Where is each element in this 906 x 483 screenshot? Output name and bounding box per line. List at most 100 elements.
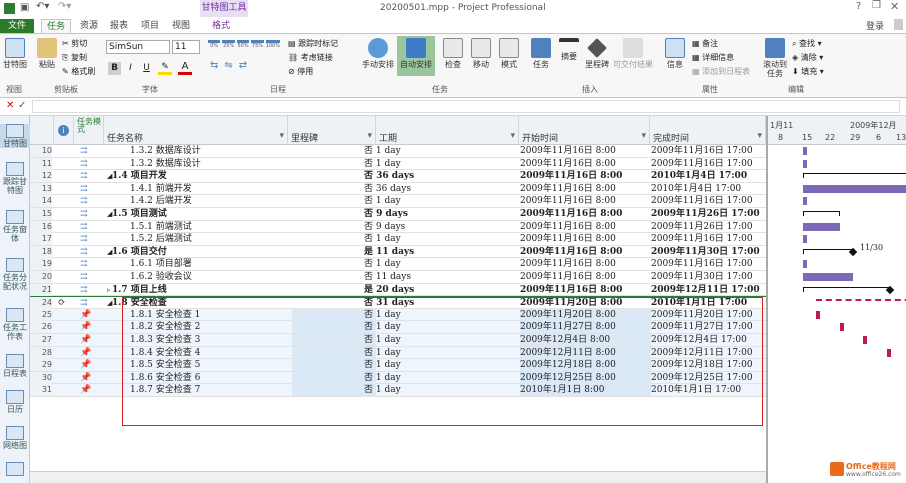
summary-bar[interactable]	[816, 299, 906, 304]
tab-resource[interactable]: 资源	[75, 19, 103, 33]
unlink-icon[interactable]: ⇋	[224, 60, 232, 74]
header-duration[interactable]: 工期 ▾	[376, 116, 519, 145]
task-name[interactable]: 1.6 项目交付	[112, 246, 288, 258]
manual-task-bar[interactable]	[863, 336, 868, 344]
summary-button[interactable]: 摘要	[556, 38, 582, 61]
bold-button[interactable]: B	[108, 62, 121, 75]
horizontal-scrollbar[interactable]	[30, 471, 766, 483]
task-name[interactable]: 1.6.2 验收会议	[130, 271, 288, 283]
task-name[interactable]: 1.4 项目开发	[112, 170, 288, 182]
finish-cell[interactable]: 2009年11月30日 17:00	[651, 246, 766, 258]
duration-cell[interactable]: 否 1 day	[364, 158, 507, 170]
pct-100-button[interactable]: 100%	[265, 40, 280, 54]
tab-format[interactable]: 格式	[207, 19, 235, 33]
row-id[interactable]: 28	[30, 346, 52, 359]
info-button[interactable]: 信息	[662, 38, 688, 69]
finish-cell[interactable]: 2009年11月16日 17:00	[651, 158, 766, 170]
task-bar[interactable]	[802, 159, 807, 168]
table-row[interactable]: 16 ⇉ 1.5.1 前端测试 否 9 days 2009年11月16日 8:00 200…	[30, 220, 766, 234]
finish-cell[interactable]: 2009年11月16日 17:00	[651, 258, 766, 270]
row-id[interactable]: 13	[30, 182, 52, 195]
row-id[interactable]: 30	[30, 371, 52, 384]
move-button[interactable]: 移动	[468, 38, 494, 69]
collapse-icon[interactable]: ▹	[107, 284, 113, 296]
row-id[interactable]: 17	[30, 233, 52, 246]
tab-report[interactable]: 报表	[105, 19, 133, 33]
highlight-icon[interactable]: ✎	[158, 62, 172, 75]
start-cell[interactable]: 2009年11月16日 8:00	[520, 233, 651, 245]
italic-button[interactable]: I	[124, 62, 137, 75]
row-id[interactable]: 20	[30, 271, 52, 283]
start-cell[interactable]: 2009年11月16日 8:00	[520, 258, 651, 270]
view-bar-tracking-gantt[interactable]: 跟踪甘特图	[0, 162, 30, 195]
task-name[interactable]: 1.7 项目上线	[112, 284, 288, 296]
manual-task-bar[interactable]	[886, 348, 891, 357]
split-icon[interactable]: ⇄	[239, 60, 247, 74]
summary-bar[interactable]	[802, 173, 906, 179]
task-bar[interactable]	[802, 147, 807, 155]
manual-task-bar[interactable]	[839, 323, 844, 332]
view-bar-gantt[interactable]: 甘特图	[0, 124, 30, 148]
start-cell[interactable]: 2009年11月16日 8:00	[520, 195, 651, 207]
finish-cell[interactable]: 2009年11月16日 17:00	[651, 145, 766, 157]
row-id[interactable]: 29	[30, 359, 52, 372]
collapse-icon[interactable]: ◢	[107, 246, 113, 258]
pct-75-button[interactable]: 75%	[251, 40, 264, 54]
view-bar-task-form[interactable]: 任务窗体	[0, 210, 30, 243]
table-row[interactable]: 21 ⇉ 1.7 项目上线 ▹ 是 20 days 2009年11月16日 8:00 200…	[30, 283, 766, 297]
row-id[interactable]: 12	[30, 170, 52, 183]
font-size-select[interactable]: 11	[172, 40, 200, 54]
login-link[interactable]: 登录	[866, 19, 884, 32]
row-id[interactable]: 24	[30, 297, 52, 310]
row-id[interactable]: 14	[30, 195, 52, 208]
header-start[interactable]: 开始时间 ▾	[519, 116, 650, 145]
finish-cell[interactable]: 2010年1月4日 17:00	[651, 170, 766, 182]
user-icon[interactable]	[894, 19, 903, 30]
save-icon[interactable]: ▣	[20, 2, 29, 13]
task-bar[interactable]	[802, 184, 906, 193]
collapse-icon[interactable]: ◢	[107, 208, 113, 220]
task-name[interactable]: 1.5.1 前端测试	[130, 221, 288, 233]
finish-cell[interactable]: 2009年11月26日 17:00	[651, 208, 766, 220]
row-id[interactable]: 16	[30, 220, 52, 233]
table-row[interactable]: 10 ⇉ 1.3.2 数据库设计 否 1 day 2009年11月16日 8:00 200…	[30, 145, 766, 158]
task-name[interactable]: 1.4.1 前端开发	[130, 183, 288, 195]
task-name[interactable]: 1.4.2 后端开发	[130, 195, 288, 207]
move-link-icon[interactable]: ⇆	[210, 60, 218, 74]
fill-button[interactable]: ⬇ 填充 ▾	[792, 66, 824, 77]
clear-button[interactable]: ◈ 清除 ▾	[792, 52, 823, 63]
start-cell[interactable]: 2009年11月16日 8:00	[520, 183, 651, 195]
finish-cell[interactable]: 2010年1月4日 17:00	[651, 183, 766, 195]
task-name[interactable]: 1.3.2 数据库设计	[130, 158, 288, 170]
finish-cell[interactable]: 2009年11月16日 17:00	[651, 233, 766, 245]
summary-bar[interactable]	[802, 248, 854, 254]
table-row[interactable]: 14 ⇉ 1.4.2 后端开发 否 1 day 2009年11月16日 8:00 2009…	[30, 195, 766, 208]
task-bar[interactable]	[802, 273, 854, 281]
inspect-button[interactable]: 检查	[440, 38, 466, 69]
mode-button[interactable]: 模式	[496, 38, 522, 69]
header-task-name[interactable]: 任务名称 ▾	[104, 116, 288, 145]
track-mark-button[interactable]: ▤ 跟踪时标记	[288, 38, 338, 49]
restore-icon[interactable]: ❐	[872, 0, 881, 11]
undo-icon[interactable]: ↶▾	[36, 1, 49, 12]
manual-task-bar[interactable]	[816, 310, 821, 319]
table-row[interactable]: 20 ⇉ 1.6.2 验收会议 否 11 days 2009年11月16日 8:00 20…	[30, 271, 766, 284]
pct-25-button[interactable]: 25%	[222, 40, 235, 54]
start-cell[interactable]: 2009年11月16日 8:00	[520, 145, 651, 157]
table-row[interactable]: 18 ⇉ 1.6 项目交付 ◢ 是 11 days 2009年11月16日 8:00 200…	[30, 245, 766, 259]
milestone-diamond-icon[interactable]	[848, 247, 858, 257]
collapse-icon[interactable]: ◢	[107, 170, 113, 182]
table-row[interactable]: 19 ⇉ 1.6.1 项目部署 否 1 day 2009年11月16日 8:00 2009…	[30, 258, 766, 271]
row-id[interactable]: 25	[30, 308, 52, 321]
tab-file[interactable]: 文件	[0, 19, 35, 33]
pct-0-button[interactable]: 0%	[208, 40, 221, 54]
format-painter-button[interactable]: ✎ 格式刷	[62, 66, 95, 77]
header-task-mode[interactable]: 任务模式	[74, 116, 104, 145]
view-bar-task-sheet[interactable]: 任务工作表	[0, 308, 30, 341]
font-color-icon[interactable]: A	[178, 62, 192, 75]
respect-links-button[interactable]: ⛓ 考虑链接	[288, 52, 333, 63]
table-row[interactable]: 12 ⇉ 1.4 项目开发 ◢ 否 36 days 2009年11月16日 8:00 201…	[30, 170, 766, 183]
duration-cell[interactable]: 否 11 days	[364, 271, 507, 283]
start-cell[interactable]: 2009年11月16日 8:00	[520, 158, 651, 170]
task-bar[interactable]	[802, 260, 807, 269]
